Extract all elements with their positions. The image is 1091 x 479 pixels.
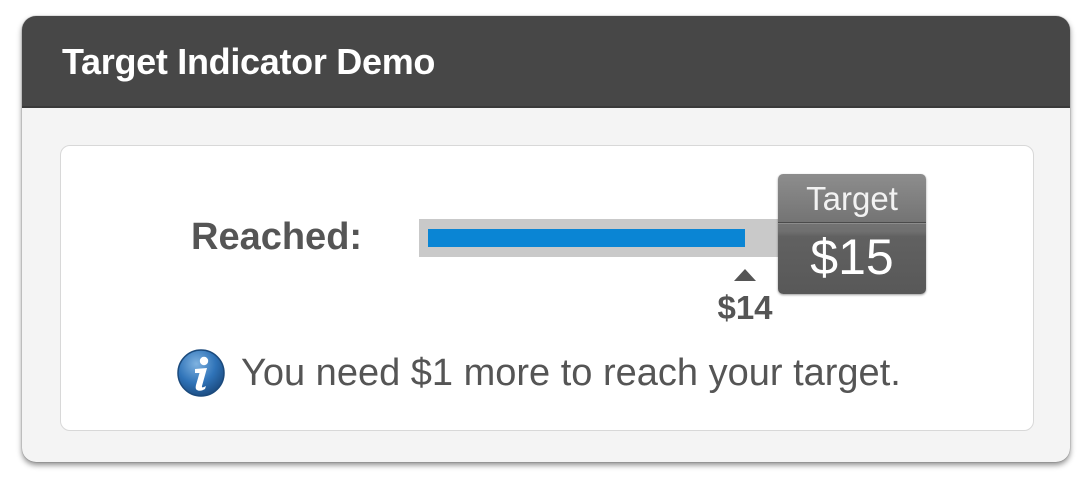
target-box: Target $15 — [778, 174, 926, 294]
panel-title: Target Indicator Demo — [62, 41, 436, 82]
progress-bar-track — [419, 219, 779, 257]
target-label: Target — [806, 180, 898, 217]
indicator-card: Reached: $14 Target $15 You need $1 more… — [60, 145, 1034, 431]
reached-label: Reached: — [191, 216, 363, 258]
info-icon — [177, 349, 225, 397]
progress-bar-fill — [428, 229, 745, 247]
target-indicator-panel: Target Indicator Demo Reached: $14 Targe… — [22, 16, 1070, 462]
target-value: $15 — [810, 229, 894, 285]
panel-header: Target Indicator Demo — [22, 16, 1070, 108]
current-value: $14 — [717, 289, 773, 326]
current-value-marker-icon — [734, 269, 756, 281]
info-message-row: You need $1 more to reach your target. — [176, 348, 901, 398]
info-message: You need $1 more to reach your target. — [241, 351, 901, 394]
